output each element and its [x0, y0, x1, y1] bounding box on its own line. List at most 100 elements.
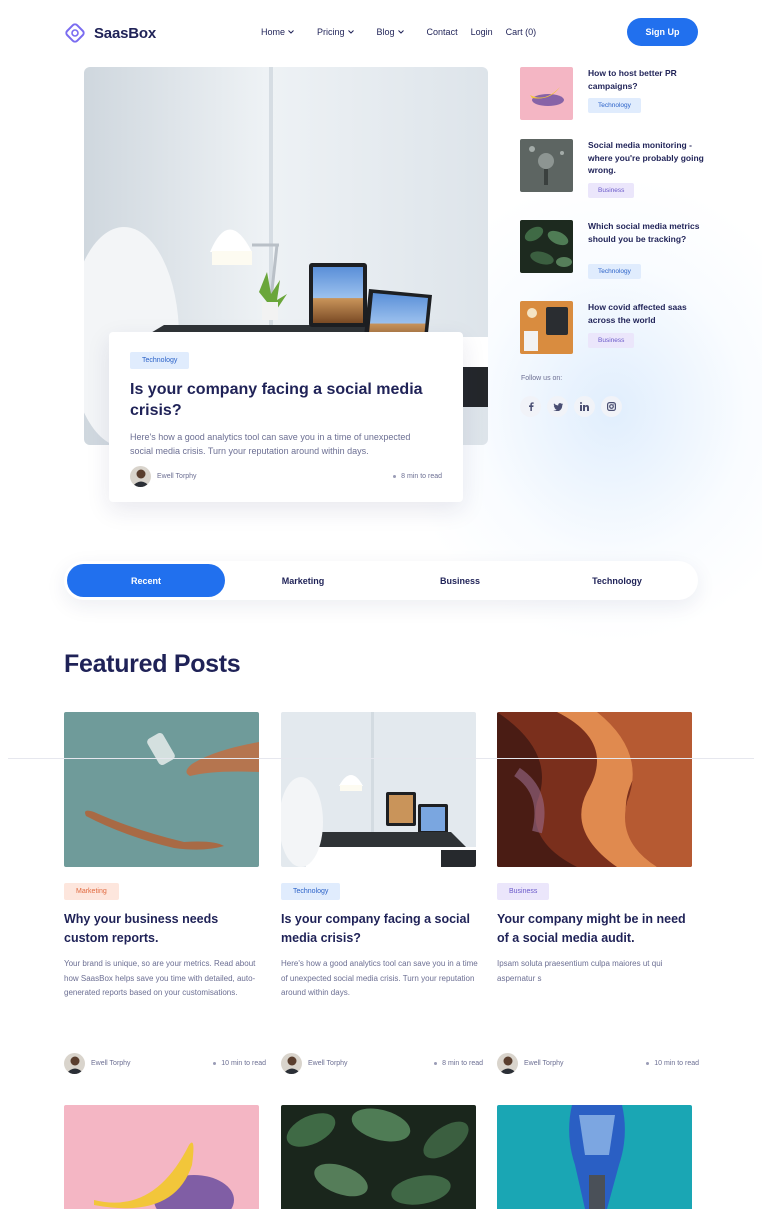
read-time-label: 10 min to read	[654, 1060, 699, 1067]
post-meta: Ewell Torphy 10 min to read	[64, 1053, 266, 1074]
post-meta: Ewell Torphy 10 min to read	[497, 1053, 699, 1074]
twitter-icon[interactable]	[547, 396, 568, 417]
tab-technology[interactable]: Technology	[538, 564, 696, 597]
sign-up-button[interactable]: Sign Up	[627, 18, 698, 46]
sidebar-post-title[interactable]: Social media monitoring - where you're p…	[588, 139, 706, 177]
logo-icon	[65, 23, 85, 43]
logo[interactable]: SaasBox	[64, 22, 156, 44]
nav-home-label: Home	[261, 27, 286, 37]
nav-blog[interactable]: Blog	[377, 27, 404, 37]
divider-line	[8, 758, 754, 759]
post-description: Ipsam soluta praesentium culpa maiores u…	[497, 959, 663, 983]
follow-label: Follow us on:	[521, 375, 563, 382]
post-author[interactable]: Ewell Torphy	[497, 1053, 564, 1074]
post-description: Your brand is unique, so are your metric…	[64, 959, 256, 997]
nav-home[interactable]: Home	[261, 27, 294, 37]
post-description: Here's how a good analytics tool can sav…	[281, 959, 478, 997]
brand-name: SaasBox	[94, 24, 156, 42]
bullet-icon	[213, 1062, 217, 1065]
bullet-icon	[393, 475, 397, 478]
author-name: Ewell Torphy	[524, 1060, 564, 1067]
read-time-label: 8 min to read	[401, 473, 442, 480]
nav-blog-label: Blog	[376, 27, 395, 37]
author-name: Ewell Torphy	[157, 473, 197, 480]
blog-page: SaasBox Home Pricing Blog Contact Login	[0, 0, 762, 1216]
nav-login[interactable]: Login	[471, 27, 493, 37]
avatar	[281, 1053, 302, 1074]
nav-login-label: Login	[470, 27, 493, 37]
hero-post-card[interactable]: Technology Is your company facing a soci…	[109, 332, 463, 502]
tab-recent[interactable]: Recent	[67, 564, 225, 597]
post-image[interactable]	[281, 712, 476, 867]
author-name: Ewell Torphy	[308, 1060, 348, 1067]
post-image[interactable]	[497, 712, 692, 867]
avatar	[64, 1053, 85, 1074]
post-image[interactable]	[497, 1105, 692, 1209]
post-meta: Ewell Torphy 8 min to read	[281, 1053, 483, 1074]
post-image[interactable]	[64, 712, 259, 867]
sidebar-post-tag[interactable]: Business	[588, 183, 635, 198]
post-image[interactable]	[281, 1105, 476, 1209]
category-tabs: Recent Marketing Business Technology	[64, 561, 698, 600]
post-thumbnail[interactable]	[520, 301, 573, 354]
hero-title[interactable]: Is your company facing a social media cr…	[130, 379, 430, 421]
featured-post-card[interactable]: Business Your company might be in need o…	[497, 712, 707, 1077]
chevron-down-icon	[347, 30, 354, 34]
read-time: 8 min to read	[393, 473, 442, 480]
sidebar-post[interactable]: Which social media metrics should you be…	[520, 220, 710, 280]
featured-posts-heading: Featured Posts	[64, 650, 241, 678]
sidebar-post[interactable]: How to host better PR campaigns? Technol…	[520, 67, 710, 127]
post-tag[interactable]: Business	[497, 883, 550, 900]
nav-contact[interactable]: Contact	[427, 27, 458, 37]
tab-business[interactable]: Business	[381, 564, 539, 597]
navbar: SaasBox Home Pricing Blog Contact Login	[0, 0, 762, 66]
nav-pricing-label: Pricing	[317, 27, 345, 37]
sidebar-post-tag[interactable]: Technology	[588, 264, 641, 279]
post-title[interactable]: Your company might be in need of a socia…	[497, 910, 697, 948]
instagram-icon[interactable]	[601, 396, 622, 417]
nav-pricing[interactable]: Pricing	[317, 27, 354, 37]
avatar	[497, 1053, 518, 1074]
sidebar-post-title[interactable]: How covid affected saas across the world	[588, 301, 706, 326]
avatar	[130, 466, 151, 487]
hero-tag[interactable]: Technology	[130, 352, 190, 369]
post-thumbnail[interactable]	[520, 139, 573, 192]
social-links	[520, 396, 622, 417]
chevron-down-icon	[397, 30, 404, 34]
author-name: Ewell Torphy	[91, 1060, 131, 1067]
chevron-down-icon	[288, 30, 294, 34]
nav-contact-label: Contact	[426, 27, 458, 37]
sidebar-post-title[interactable]: Which social media metrics should you be…	[588, 220, 706, 245]
post-image[interactable]	[64, 1105, 259, 1209]
facebook-icon[interactable]	[520, 396, 541, 417]
read-time: 10 min to read	[213, 1060, 266, 1067]
bullet-icon	[646, 1062, 650, 1065]
post-title[interactable]: Why your business needs custom reports.	[64, 910, 264, 948]
sidebar-post-tag[interactable]: Technology	[588, 98, 641, 113]
post-title[interactable]: Is your company facing a social media cr…	[281, 910, 481, 948]
read-time-label: 8 min to read	[442, 1060, 483, 1067]
sidebar-post-title[interactable]: How to host better PR campaigns?	[588, 67, 706, 92]
main-menu: Home Pricing Blog Contact Login Cart (0)	[261, 27, 549, 37]
tab-marketing[interactable]: Marketing	[224, 564, 382, 597]
hero-description: Here's how a good analytics tool can sav…	[130, 432, 411, 456]
nav-cart[interactable]: Cart (0)	[506, 27, 537, 37]
bullet-icon	[434, 1062, 438, 1065]
featured-post-card[interactable]: Technology Is your company facing a soci…	[281, 712, 491, 1077]
hero-meta: Ewell Torphy 8 min to read	[130, 466, 442, 487]
post-thumbnail[interactable]	[520, 220, 573, 273]
post-thumbnail[interactable]	[520, 67, 573, 120]
read-time: 8 min to read	[434, 1060, 483, 1067]
hero-author[interactable]: Ewell Torphy	[130, 466, 197, 487]
sidebar-post[interactable]: How covid affected saas across the world…	[520, 301, 710, 361]
linkedin-icon[interactable]	[574, 396, 595, 417]
featured-post-card[interactable]: Marketing Why your business needs custom…	[64, 712, 274, 1077]
sidebar-post[interactable]: Social media monitoring - where you're p…	[520, 139, 710, 199]
nav-cart-label: Cart (0)	[505, 27, 537, 37]
post-author[interactable]: Ewell Torphy	[281, 1053, 348, 1074]
read-time: 10 min to read	[646, 1060, 699, 1067]
post-author[interactable]: Ewell Torphy	[64, 1053, 131, 1074]
sidebar-post-tag[interactable]: Business	[588, 333, 635, 348]
post-tag[interactable]: Marketing	[64, 883, 119, 900]
post-tag[interactable]: Technology	[281, 883, 341, 900]
